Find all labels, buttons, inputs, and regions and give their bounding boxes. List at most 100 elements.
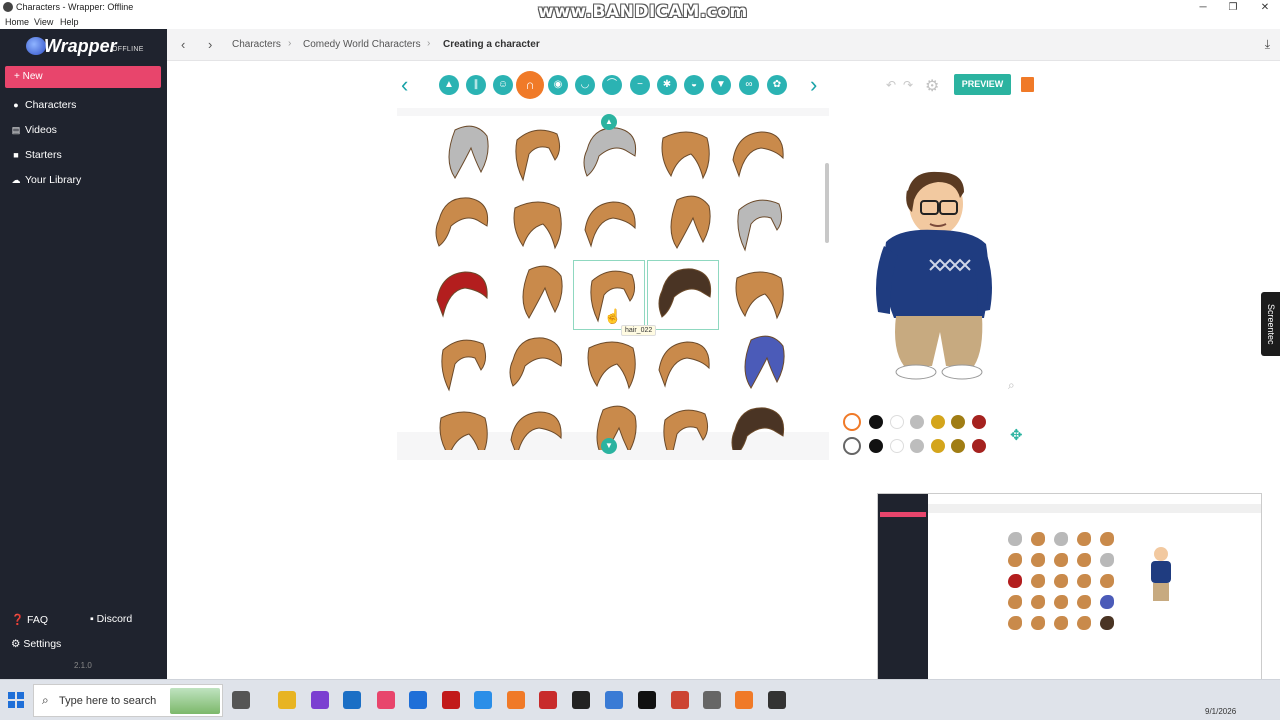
color-swatch[interactable] xyxy=(910,439,924,453)
color-swatch[interactable] xyxy=(930,439,945,453)
hair-option[interactable] xyxy=(425,260,497,330)
hair-option[interactable] xyxy=(647,330,719,400)
beard-icon[interactable]: ▼ xyxy=(711,75,731,95)
maximize-button[interactable]: ❐ xyxy=(1218,0,1248,15)
hair-option[interactable] xyxy=(721,260,793,330)
app-blue-icon[interactable] xyxy=(605,691,623,709)
mouth-icon[interactable]: ◡ xyxy=(575,75,595,95)
hair-option[interactable] xyxy=(647,120,719,190)
hair-option[interactable] xyxy=(721,400,793,470)
back-arrow-icon[interactable]: ‹ xyxy=(181,37,185,52)
category-next-arrow-icon[interactable]: › xyxy=(810,72,817,98)
hair-option[interactable] xyxy=(573,400,645,470)
settings-link[interactable]: ⚙ Settings xyxy=(11,638,61,650)
hair-option[interactable] xyxy=(647,190,719,260)
settings-gear-icon[interactable]: ⚙ xyxy=(925,76,939,96)
windows-start-icon[interactable] xyxy=(8,692,24,708)
menu-help[interactable]: Help xyxy=(60,17,79,27)
media-player-icon[interactable] xyxy=(572,691,590,709)
eye-icon[interactable]: ◒ xyxy=(684,75,704,95)
hair-option[interactable] xyxy=(499,120,571,190)
sidebar-item-starters[interactable]: ■ Starters xyxy=(11,147,61,163)
hair-option[interactable] xyxy=(499,260,571,330)
store-icon[interactable] xyxy=(409,691,427,709)
wrapper-app-icon[interactable] xyxy=(768,691,786,709)
app-black-icon[interactable] xyxy=(638,691,656,709)
app-icon[interactable] xyxy=(311,691,329,709)
hair-option[interactable] xyxy=(721,190,793,260)
hair-option[interactable] xyxy=(647,400,719,470)
hair-icon[interactable]: ∩ xyxy=(516,71,544,99)
breadcrumb-characters[interactable]: Characters xyxy=(232,39,281,50)
color-swatch[interactable] xyxy=(869,439,883,453)
undo-icon[interactable]: ↶ xyxy=(886,78,896,92)
hair-option[interactable] xyxy=(499,400,571,470)
forward-arrow-icon[interactable]: › xyxy=(208,37,212,52)
glasses-icon[interactable]: ∞ xyxy=(739,75,759,95)
head-icon[interactable]: ◉ xyxy=(548,75,568,95)
wrapper-logo[interactable]: Wrapper OFFLINE xyxy=(26,33,156,59)
accessory-icon[interactable]: ✿ xyxy=(767,75,787,95)
hair-option[interactable] xyxy=(499,190,571,260)
hair-option[interactable] xyxy=(425,190,497,260)
hair-option[interactable] xyxy=(721,120,793,190)
ear-icon[interactable]: ✱ xyxy=(657,75,677,95)
sidebar-item-videos[interactable]: ▤ Videos xyxy=(11,122,57,138)
color-swatch[interactable] xyxy=(930,415,945,429)
hair-option[interactable] xyxy=(721,330,793,400)
color-swatch[interactable] xyxy=(869,415,883,429)
hair-option[interactable] xyxy=(425,400,497,470)
character-preview[interactable] xyxy=(860,160,1010,390)
hair-option[interactable] xyxy=(425,330,497,400)
camera-icon[interactable] xyxy=(703,691,721,709)
category-prev-arrow-icon[interactable]: ‹ xyxy=(401,72,408,98)
minimize-button[interactable]: ─ xyxy=(1188,0,1218,15)
browser-icon[interactable] xyxy=(474,691,492,709)
face-icon[interactable]: ☺ xyxy=(493,75,513,95)
task-view-icon[interactable] xyxy=(232,691,250,709)
color-swatch[interactable] xyxy=(971,415,986,429)
grid-scroll-down-icon[interactable]: ▼ xyxy=(601,438,617,454)
color-swatch[interactable] xyxy=(889,415,904,429)
taskbar-search[interactable]: ⌕ Type here to search xyxy=(33,684,223,717)
firefox-icon[interactable] xyxy=(735,691,753,709)
breadcrumb-comedy-world[interactable]: Comedy World Characters xyxy=(303,39,421,50)
new-button[interactable]: + New xyxy=(5,66,161,88)
shirt-icon[interactable]: ▲ xyxy=(439,75,459,95)
download-icon[interactable]: ⤓ xyxy=(1265,37,1270,52)
pants-icon[interactable]: ∥ xyxy=(466,75,486,95)
redo-icon[interactable]: ↷ xyxy=(903,78,913,92)
color-swatch[interactable] xyxy=(889,439,904,453)
color-swatch[interactable] xyxy=(951,439,965,453)
save-icon[interactable] xyxy=(1021,77,1034,92)
chrome-icon[interactable] xyxy=(671,691,689,709)
screencast-tab[interactable]: Screentec xyxy=(1261,292,1280,356)
hair-option[interactable] xyxy=(425,120,497,190)
hair-option[interactable] xyxy=(573,190,645,260)
nose-icon[interactable]: − xyxy=(630,75,650,95)
grid-scrollbar[interactable] xyxy=(825,163,829,243)
preview-button[interactable]: PREVIEW xyxy=(954,74,1011,95)
zoom-icon[interactable]: ⌕ xyxy=(1008,378,1015,393)
app-orange-icon[interactable] xyxy=(507,691,525,709)
color-swatch[interactable] xyxy=(951,415,965,429)
color-swatch[interactable] xyxy=(971,439,986,453)
photos-icon[interactable] xyxy=(377,691,395,709)
bandicam-icon[interactable] xyxy=(442,691,460,709)
hair-option[interactable] xyxy=(499,330,571,400)
app-red-icon[interactable] xyxy=(539,691,557,709)
hair-option[interactable] xyxy=(573,120,645,190)
sidebar-item-characters[interactable]: ● Characters xyxy=(11,97,76,113)
menu-view[interactable]: View xyxy=(34,17,53,27)
menu-home[interactable]: Home xyxy=(5,17,29,27)
outlook-icon[interactable] xyxy=(343,691,361,709)
eyebrow-icon[interactable]: ⌒ xyxy=(602,75,622,95)
grid-scroll-up-icon[interactable]: ▲ xyxy=(601,114,617,130)
sidebar-item-your-library[interactable]: ☁ Your Library xyxy=(11,172,82,188)
file-explorer-icon[interactable] xyxy=(278,691,296,709)
hair-option[interactable] xyxy=(573,330,645,400)
close-button[interactable]: ✕ xyxy=(1250,0,1280,15)
color-swatch[interactable] xyxy=(910,415,924,429)
hair-option[interactable] xyxy=(647,260,719,330)
discord-link[interactable]: ▪ Discord xyxy=(90,613,132,625)
